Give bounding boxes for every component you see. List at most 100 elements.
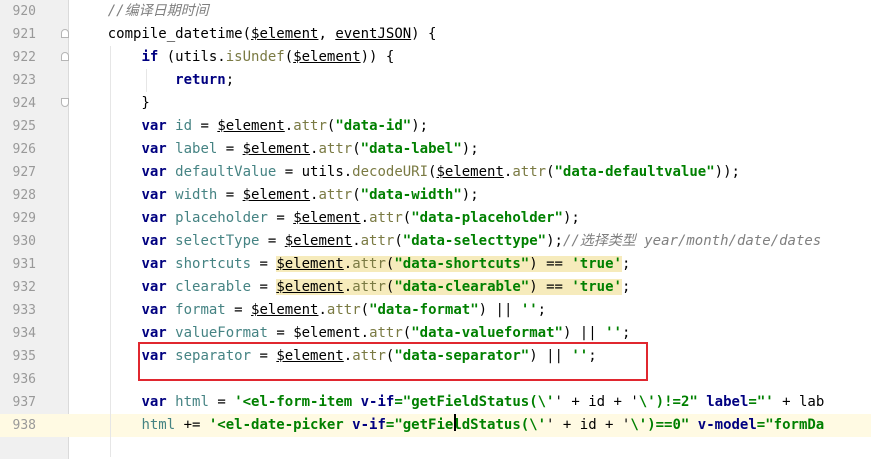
code-token: (	[402, 325, 412, 341]
code-token: =	[267, 325, 294, 341]
code-token: (utils.	[158, 49, 226, 65]
code-token: (	[284, 49, 294, 65]
code-text: var valueFormat = $element.attr("data-va…	[74, 322, 630, 345]
fold-marker-icon[interactable]	[61, 98, 69, 107]
code-token: );	[461, 141, 479, 157]
code-token: ) ==	[529, 279, 572, 295]
code-token: ' + id + '	[554, 394, 639, 410]
code-token: =	[208, 394, 235, 410]
code-text: var defaultValue = utils.decodeURI ($elem…	[74, 161, 740, 184]
code-token: ' + id + '	[546, 417, 631, 433]
code-token: );	[461, 187, 479, 203]
code-token: return	[175, 72, 226, 88]
code-token: ="formDa	[756, 417, 825, 433]
code-token: ;	[588, 348, 597, 364]
code-line[interactable]: 920 //编译日期时间	[0, 0, 871, 23]
code-text: var separator = $element.attr("data-sepa…	[74, 345, 597, 368]
code-text: var format = $element.attr("data-format"…	[74, 299, 546, 322]
code-token: "data-placeholder"	[411, 210, 563, 226]
code-token: );	[562, 210, 580, 226]
code-token: html	[166, 394, 209, 410]
code-token: ) ||	[562, 325, 606, 341]
code-line[interactable]: 927 var defaultValue = utils.decodeURI ($…	[0, 161, 871, 184]
code-token: "data-defaultvalue"	[554, 164, 715, 180]
code-text: var html = '<el-form-item v-if="getField…	[74, 391, 824, 414]
code-token: "data-separator"	[394, 348, 530, 364]
code-token: $element	[276, 279, 344, 295]
line-number: 924	[12, 96, 36, 111]
code-token: ) {	[411, 26, 437, 42]
code-line[interactable]: 935 var separator = $element.attr("data-…	[0, 345, 871, 368]
code-token: .	[352, 233, 361, 249]
code-line[interactable]: 922 if (utils.isUndef($element)) {	[0, 46, 871, 69]
code-token: +=	[175, 417, 209, 433]
line-number: 923	[12, 73, 36, 88]
fold-marker-icon[interactable]	[61, 52, 69, 61]
code-line[interactable]: 936	[0, 368, 871, 391]
code-token: =	[251, 279, 277, 295]
code-token: label	[166, 141, 218, 157]
code-line[interactable]: 928 var width = $element.attr("data-widt…	[0, 184, 871, 207]
code-token: v-if	[352, 417, 386, 433]
code-token: =	[259, 233, 285, 249]
code-token: =	[192, 118, 218, 134]
code-text: var shortcuts = $element.attr("data-shor…	[74, 253, 630, 276]
code-line[interactable]: 937 var html = '<el-form-item v-if="getF…	[0, 391, 871, 414]
code-line[interactable]: 930 var selectType = $element.attr("data…	[0, 230, 871, 253]
code-token: var	[141, 302, 167, 318]
code-token: ''	[571, 348, 589, 364]
line-number: 927	[12, 165, 36, 180]
code-token: ,	[318, 26, 336, 42]
code-token: ''	[520, 302, 538, 318]
line-number: 921	[12, 27, 36, 42]
code-token: attr	[369, 210, 403, 226]
code-line[interactable]: 924 }	[0, 92, 871, 115]
code-token: (	[352, 141, 361, 157]
fold-marker-icon[interactable]	[61, 29, 69, 38]
code-token: $element	[436, 164, 504, 180]
code-token: \')==0"	[630, 417, 690, 433]
code-token: .	[284, 118, 294, 134]
code-token: = utils.	[276, 164, 353, 180]
code-line[interactable]: 931 var shortcuts = $element.attr("data-…	[0, 253, 871, 276]
line-number: 925	[12, 119, 36, 134]
code-line[interactable]: 938 html += '<el-date-picker v-if="getFi…	[0, 414, 871, 437]
code-token: isUndef	[225, 49, 285, 65]
code-token: html	[141, 417, 176, 433]
code-token: );	[546, 233, 563, 249]
code-line[interactable]: 923 return;	[0, 69, 871, 92]
code-token: ="'	[748, 394, 774, 410]
code-token: "data-format"	[369, 302, 479, 318]
code-line[interactable]: 933 var format = $element.attr("data-for…	[0, 299, 871, 322]
code-text: compile_datetime($element, eventJSON) {	[74, 23, 437, 46]
code-line[interactable]: 929 var placeholder = $element.attr("dat…	[0, 207, 871, 230]
code-token: }	[74, 95, 150, 111]
code-line[interactable]: 925 var id = $element.attr("data-id");	[0, 115, 871, 138]
code-token: defaultValue	[166, 164, 277, 180]
code-line[interactable]: 921 compile_datetime($element, eventJSON…	[0, 23, 871, 46]
code-token: '<el-date-picker	[208, 417, 353, 433]
line-number: 928	[12, 188, 36, 203]
code-text: var id = $element.attr("data-id");	[74, 115, 428, 138]
code-token: var	[141, 118, 167, 134]
code-line[interactable]: 932 var clearable = $element.attr("data-…	[0, 276, 871, 299]
code-token: $element	[242, 187, 311, 203]
code-line[interactable]: 934 var valueFormat = $element.attr("dat…	[0, 322, 871, 345]
line-number: 938	[12, 418, 36, 433]
code-token: (	[242, 26, 252, 42]
code-text: return;	[74, 69, 234, 92]
code-token: "data-valueformat"	[411, 325, 563, 341]
code-text: var label = $element.attr("data-label");	[74, 138, 479, 161]
code-token: ) ||	[529, 348, 572, 364]
code-token: var	[141, 233, 167, 249]
line-number: 922	[12, 50, 36, 65]
indent-guide	[146, 69, 147, 92]
code-token: attr	[326, 302, 361, 318]
code-token: attr	[352, 256, 386, 272]
code-token: var	[141, 325, 167, 341]
code-token: separator	[166, 348, 252, 364]
code-line[interactable]: 926 var label = $element.attr("data-labe…	[0, 138, 871, 161]
